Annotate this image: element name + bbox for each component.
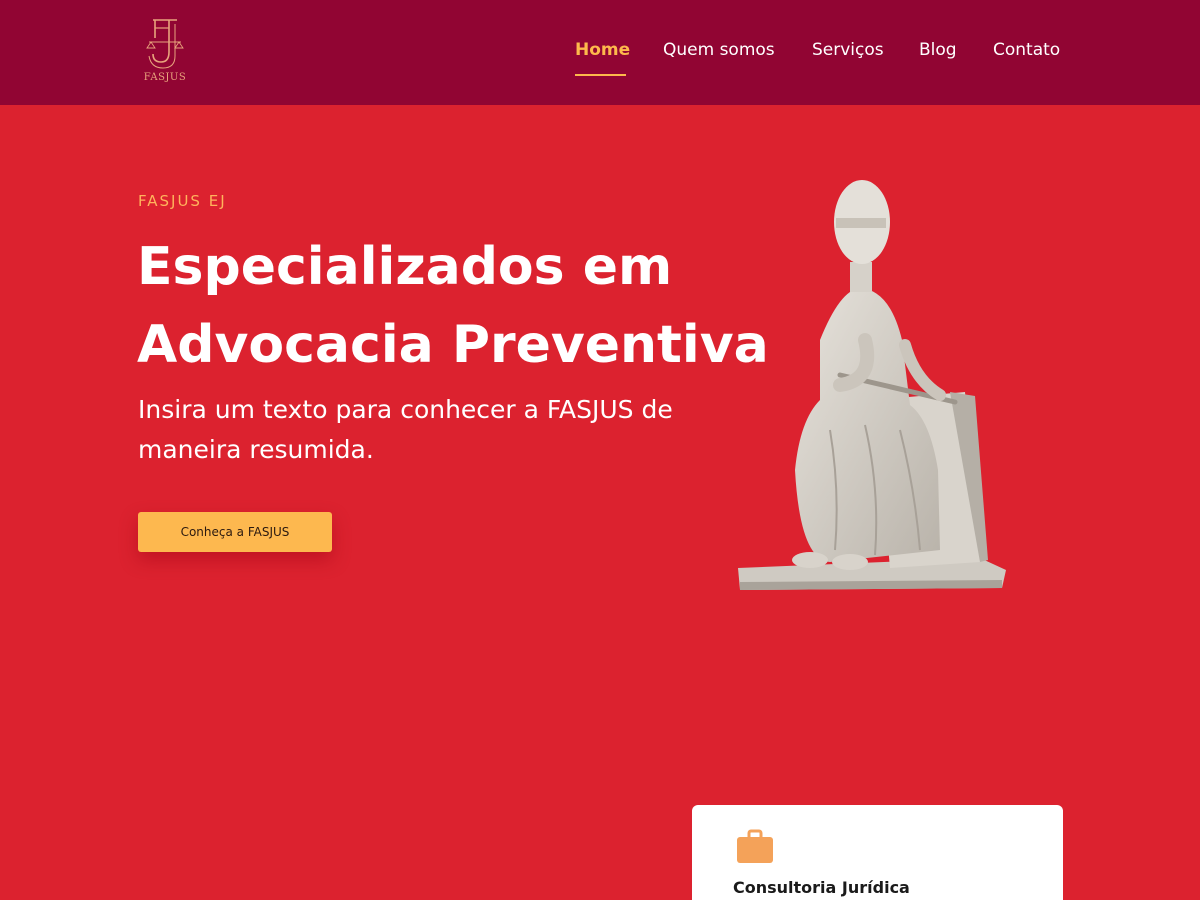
briefcase-icon xyxy=(737,829,773,863)
fasjus-logo[interactable]: FASJUS xyxy=(137,16,193,88)
justice-statue-image xyxy=(690,170,1020,595)
service-card-title: Consultoria Jurídica xyxy=(733,878,910,897)
site-header: FASJUS Home Quem somos Serviços Blog Con… xyxy=(0,0,1200,105)
nav-home[interactable]: Home xyxy=(575,40,630,70)
nav-quem-somos[interactable]: Quem somos xyxy=(663,40,775,70)
scales-of-justice-icon xyxy=(146,19,184,69)
hero-headline: Especializados em Advocacia Preventiva xyxy=(137,237,769,375)
conheca-fasjus-button[interactable]: Conheça a FASJUS xyxy=(138,512,332,552)
logo-text: FASJUS xyxy=(143,72,187,83)
nav-active-indicator xyxy=(575,74,626,76)
hero-eyebrow: FASJUS EJ xyxy=(138,192,227,210)
service-card[interactable]: Consultoria Jurídica xyxy=(692,805,1063,900)
hero-subtitle: Insira um texto para conhecer a FASJUS d… xyxy=(138,395,673,464)
nav-servicos[interactable]: Serviços xyxy=(812,40,884,70)
nav-contato[interactable]: Contato xyxy=(993,40,1060,70)
nav-blog[interactable]: Blog xyxy=(919,40,957,70)
